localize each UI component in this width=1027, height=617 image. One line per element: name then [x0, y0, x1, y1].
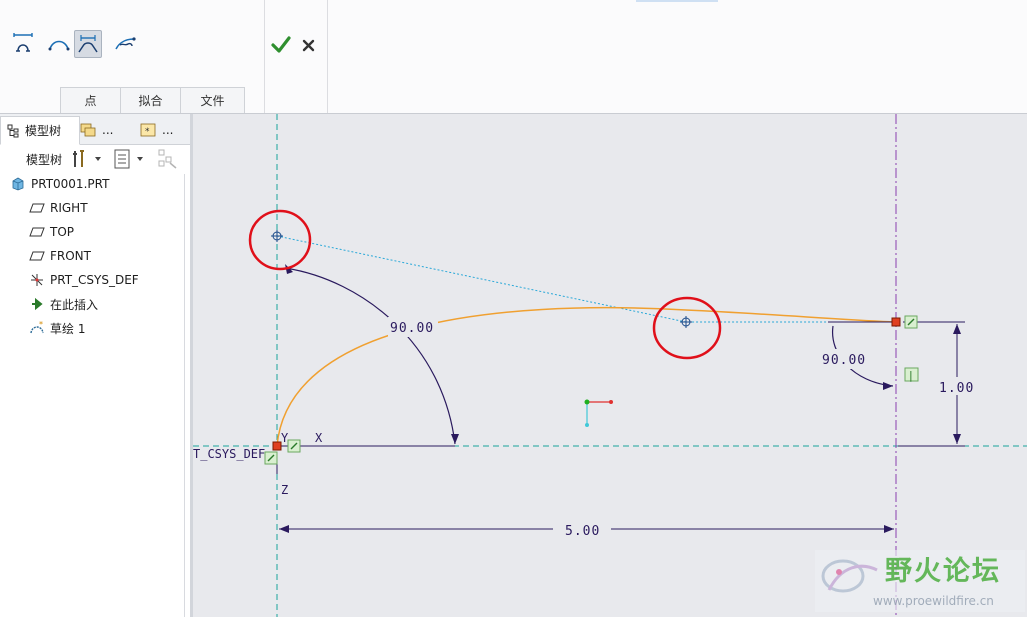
settings-tools-icon[interactable] [70, 149, 90, 169]
control-point-marker[interactable] [271, 230, 283, 242]
checkmark-icon[interactable] [270, 34, 292, 56]
tree-node-label: TOP [50, 225, 75, 239]
datum-plane-icon [29, 200, 45, 216]
ribbon-separator [327, 0, 328, 113]
tab-file[interactable]: 文件 [180, 87, 245, 113]
sketch-icon: * [29, 320, 45, 336]
favorites-icon: * [140, 122, 156, 138]
endpoint-handle[interactable] [891, 317, 901, 327]
control-point-marker[interactable] [680, 316, 692, 328]
arrow-head [953, 324, 961, 334]
watermark-url: www.proewildfire.cn [873, 594, 994, 608]
axis-z-label: Z [281, 483, 288, 497]
endpoint-handle[interactable] [272, 441, 282, 451]
tab-favorites-label: ... [162, 122, 174, 137]
chevron-down-icon[interactable] [94, 155, 102, 163]
left-angle-arc[interactable] [284, 267, 456, 445]
tab-model-tree-label: 模型树 [25, 124, 62, 138]
tree-node-label: 在此插入 [50, 297, 99, 312]
hand-adjust-tool-icon[interactable] [112, 30, 138, 56]
layers-icon [80, 122, 98, 138]
right-angle-dimension[interactable]: 90.00 [822, 353, 866, 368]
svg-text:|: | [909, 369, 913, 382]
datum-plane-icon [29, 248, 45, 264]
dimension-tool-icon[interactable] [10, 30, 36, 56]
watermark-title: 野火论坛 [885, 556, 1001, 587]
height-dimension[interactable]: 1.00 [939, 381, 974, 396]
sketch-canvas[interactable]: 90.00 90.00 1.00 5.00 Y X Z T_CSYS_DEF |… [193, 114, 1027, 617]
part-icon [10, 176, 26, 192]
model-tree-panel: 模型树 ... * ... 模型树 PRT0001.PRT RIGHT TOP … [0, 114, 193, 617]
panel-tab-row: 模型树 ... * ... [0, 114, 190, 145]
tree-node-label: FRONT [50, 249, 91, 263]
datum-plane-icon [29, 224, 45, 240]
tangent-constraint-icon[interactable] [264, 451, 278, 465]
tree-node-label: PRT_CSYS_DEF [50, 273, 139, 287]
tab-favorites[interactable]: * ... [140, 116, 186, 143]
svg-text:*: * [145, 127, 150, 137]
panel-divider [184, 174, 185, 617]
tree-node-top[interactable]: TOP [29, 222, 74, 242]
csys-label: T_CSYS_DEF [193, 447, 265, 461]
arrow-head [279, 525, 289, 533]
tree-node-sketch[interactable]: * 草绘 1 [29, 318, 85, 338]
tangent-constraint-icon[interactable] [287, 439, 301, 453]
tab-fit[interactable]: 拟合 [120, 87, 181, 113]
axis-x-label: X [315, 431, 323, 445]
chevron-down-icon[interactable] [136, 155, 144, 163]
tree-node-label: PRT0001.PRT [31, 177, 110, 191]
ribbon-separator [264, 0, 265, 113]
tab-model-tree[interactable]: 模型树 [0, 116, 80, 145]
tab-layers[interactable]: ... [80, 116, 130, 143]
tree-node-right[interactable]: RIGHT [29, 198, 88, 218]
insert-arrow-icon [29, 296, 45, 312]
triad-icon [584, 399, 613, 427]
watermark: 野火论坛 www.proewildfire.cn [815, 550, 1025, 612]
ribbon-tabs: 点 拟合 文件 [60, 87, 245, 113]
filter-icon[interactable] [158, 149, 178, 169]
csys-icon [29, 272, 45, 288]
tangent-constraint-icon[interactable] [904, 315, 918, 329]
left-angle-dimension[interactable]: 90.00 [390, 321, 434, 336]
model-tree-menu-label[interactable]: 模型树 [26, 151, 62, 168]
vertical-constraint-icon[interactable]: | [904, 367, 919, 382]
close-icon[interactable] [300, 36, 318, 54]
svg-text:*: * [39, 321, 43, 329]
annotation-circle [248, 209, 312, 271]
arrow-head [953, 434, 961, 444]
control-polygon[interactable] [276, 235, 896, 323]
tree-node-label: RIGHT [50, 201, 88, 215]
model-tree-toolbar: 模型树 [0, 145, 190, 173]
tree-icon [7, 124, 21, 138]
fit-tool-icon[interactable] [74, 30, 102, 58]
arrow-head [451, 434, 459, 444]
show-list-icon[interactable] [114, 149, 132, 169]
width-dimension[interactable]: 5.00 [565, 524, 600, 539]
sketch-drawing[interactable]: 90.00 90.00 1.00 5.00 Y X Z T_CSYS_DEF |… [193, 114, 1027, 617]
ribbon-highlight [636, 0, 718, 2]
tree-node-csys[interactable]: PRT_CSYS_DEF [29, 270, 139, 290]
annotation-circle [652, 296, 722, 360]
tree-node-part[interactable]: PRT0001.PRT [10, 174, 109, 194]
arc-curve-tool-icon[interactable] [46, 30, 72, 56]
arrow-head [883, 382, 893, 390]
arrow-head [884, 525, 894, 533]
tab-points[interactable]: 点 [60, 87, 121, 113]
tab-layers-label: ... [102, 122, 114, 137]
tree-node-insert-here[interactable]: 在此插入 [29, 294, 98, 314]
tree-node-label: 草绘 1 [50, 321, 86, 336]
tree-node-front[interactable]: FRONT [29, 246, 91, 266]
ribbon: 点 拟合 文件 [0, 0, 1027, 114]
